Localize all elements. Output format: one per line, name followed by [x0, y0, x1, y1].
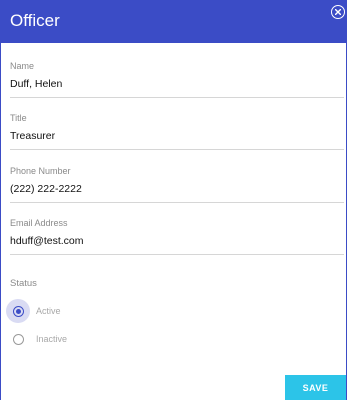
- phone-input[interactable]: (222) 222-2222: [10, 182, 344, 203]
- name-label: Name: [10, 61, 35, 71]
- title-input[interactable]: Treasurer: [10, 129, 344, 150]
- radio-halo: [6, 327, 30, 351]
- status-option-inactive[interactable]: Inactive: [10, 327, 67, 351]
- dialog-title: Officer: [10, 11, 60, 30]
- close-circle-icon: [335, 9, 341, 15]
- save-button[interactable]: SAVE: [285, 375, 346, 400]
- title-label: Title: [10, 113, 27, 123]
- name-input[interactable]: Duff, Helen: [10, 77, 344, 98]
- phone-field[interactable]: Phone Number (222) 222-2222: [10, 166, 344, 203]
- radio-focus-halo: [6, 299, 30, 323]
- status-option-active[interactable]: Active: [6, 299, 61, 323]
- inactive-radio[interactable]: [12, 333, 24, 345]
- status-label: Status: [10, 278, 37, 289]
- email-input[interactable]: hduff@test.com: [10, 234, 344, 255]
- active-radio[interactable]: [12, 305, 24, 317]
- email-field[interactable]: Email Address hduff@test.com: [10, 218, 344, 255]
- dialog-header: Officer: [1, 0, 347, 43]
- email-label: Email Address: [10, 218, 68, 228]
- active-label: Active: [36, 306, 61, 316]
- title-field[interactable]: Title Treasurer: [10, 113, 344, 150]
- name-field[interactable]: Name Duff, Helen: [10, 61, 344, 98]
- officer-dialog: Officer Name Duff, Helen Title Treasurer…: [0, 0, 347, 400]
- phone-label: Phone Number: [10, 166, 71, 176]
- inactive-label: Inactive: [36, 334, 68, 344]
- close-button[interactable]: [331, 5, 345, 19]
